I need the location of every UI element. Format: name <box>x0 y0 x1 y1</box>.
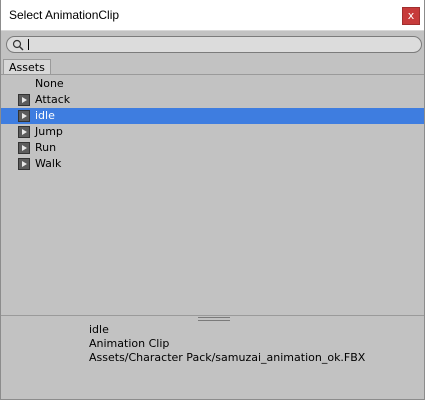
search-field[interactable] <box>6 36 422 53</box>
search-icon <box>12 39 24 51</box>
select-animationclip-window: Select AnimationClip x Assets None Attac… <box>0 0 425 400</box>
close-button[interactable]: x <box>402 7 420 25</box>
window-title: Select AnimationClip <box>9 8 120 22</box>
selected-asset-type: Animation Clip <box>89 337 170 350</box>
animation-clip-icon <box>18 158 30 170</box>
list-item-idle[interactable]: idle <box>1 108 424 124</box>
search-input[interactable] <box>27 38 407 51</box>
preview-divider <box>1 315 424 316</box>
list-item-label: Jump <box>35 125 63 138</box>
list-item-label: Run <box>35 141 57 154</box>
animation-clip-icon <box>18 110 30 122</box>
list-item-label: idle <box>35 109 55 122</box>
list-item-label: Attack <box>35 93 71 106</box>
list-item-attack[interactable]: Attack <box>1 92 424 108</box>
resize-handle[interactable] <box>198 317 230 322</box>
tab-divider <box>1 74 424 75</box>
animation-clip-icon <box>18 142 30 154</box>
selection-info: idle Animation Clip Assets/Character Pac… <box>89 323 365 365</box>
list-item-label: None <box>35 77 64 90</box>
list-item-jump[interactable]: Jump <box>1 124 424 140</box>
tab-assets[interactable]: Assets <box>3 59 51 75</box>
list-item-none[interactable]: None <box>1 76 424 92</box>
title-bar[interactable]: Select AnimationClip x <box>1 0 424 31</box>
list-item-run[interactable]: Run <box>1 140 424 156</box>
animation-clip-icon <box>18 126 30 138</box>
text-caret <box>28 39 29 50</box>
selected-asset-path: Assets/Character Pack/samuzai_animation_… <box>89 351 366 364</box>
list-item-label: Walk <box>35 157 62 170</box>
selected-asset-name: idle <box>89 323 109 336</box>
list-item-walk[interactable]: Walk <box>1 156 424 172</box>
animation-clip-icon <box>18 94 30 106</box>
asset-list: None Attack idle Jump Run Walk <box>1 76 424 172</box>
